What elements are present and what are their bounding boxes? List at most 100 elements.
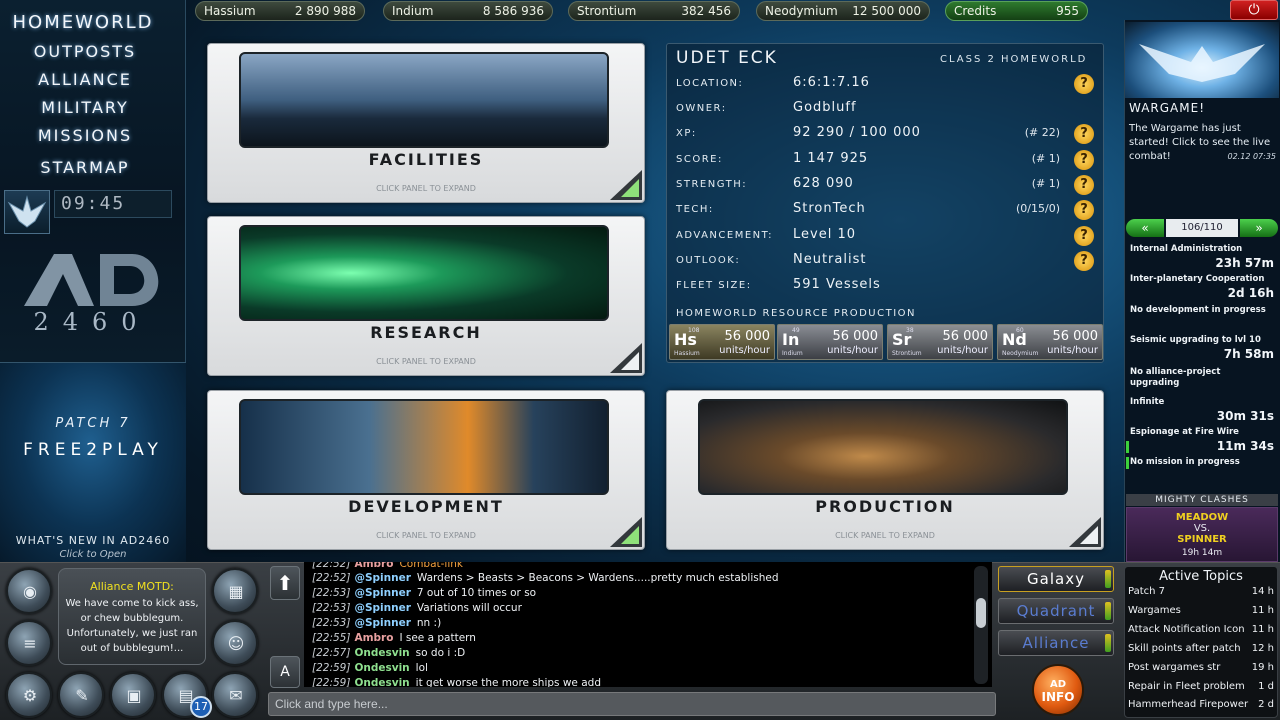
whats-new-label[interactable]: WHAT'S NEW IN AD2460 [0, 534, 186, 547]
chat-username[interactable]: Ondesvin [354, 677, 409, 687]
topic-item[interactable]: Wargames 11 h [1128, 605, 1274, 619]
people-icon: ☺ [227, 634, 245, 653]
messages-button[interactable]: ≡ [6, 620, 52, 666]
patch-banner[interactable] [0, 362, 186, 562]
chat-scroll-up-button[interactable]: ⬆ [270, 566, 300, 600]
messages-icon: ≡ [23, 634, 37, 653]
chat-username[interactable]: @Spinner [354, 587, 410, 599]
nav-alliance[interactable]: ALLIANCE [0, 70, 170, 89]
chat-username[interactable]: Ondesvin [354, 647, 409, 659]
info-label: SCORE: [676, 154, 723, 165]
notes-button[interactable]: ✎ [58, 672, 104, 718]
topic-age: 2 d [1258, 699, 1274, 710]
development-panel[interactable]: DEVELOPMENT CLICK PANEL TO EXPAND [207, 390, 645, 550]
task-item[interactable]: No development in progress [1126, 305, 1276, 319]
active-topics-title: Active Topics [1159, 569, 1243, 584]
topic-item[interactable]: Repair in Fleet problem 1 d [1128, 681, 1274, 695]
help-icon[interactable]: ? [1074, 251, 1094, 271]
topic-item[interactable]: Post wargames str 19 h [1128, 662, 1274, 676]
task-name: No development in progress [1130, 305, 1266, 315]
gear-icon: ⚙ [22, 686, 38, 705]
chat-username[interactable]: @Spinner [354, 602, 410, 614]
notification-badge[interactable]: 17 [190, 696, 212, 718]
prev-arrow-button[interactable]: « [1126, 219, 1164, 237]
task-name: No alliance-project upgrading [1130, 367, 1221, 388]
chat-timestamp: [22:57] [312, 647, 351, 659]
production-panel[interactable]: PRODUCTION CLICK PANEL TO EXPAND [666, 390, 1104, 550]
help-icon[interactable]: ? [1074, 200, 1094, 220]
chat-scope-alliance[interactable]: Alliance [998, 630, 1114, 656]
nav-military[interactable]: MILITARY [0, 98, 170, 117]
click-to-open-label[interactable]: Click to Open [0, 549, 186, 560]
facilities-panel[interactable]: FACILITIES CLICK PANEL TO EXPAND [207, 43, 645, 203]
info-row-owner: OWNER: Godbluff [668, 98, 1102, 122]
info-button[interactable]: AD INFO [1032, 664, 1084, 716]
next-arrow-button[interactable]: » [1240, 219, 1278, 237]
topic-age: 12 h [1251, 643, 1274, 654]
help-icon[interactable]: ? [1074, 150, 1094, 170]
topic-item[interactable]: Patch 7 14 h [1128, 586, 1274, 600]
chat-username[interactable]: Ambro [354, 632, 393, 644]
resource-credits[interactable]: Credits 955 [945, 1, 1088, 21]
nav-homeworld[interactable]: HOMEWORLD [0, 12, 168, 33]
wargame-banner[interactable] [1125, 22, 1279, 98]
help-icon[interactable]: ? [1074, 226, 1094, 246]
task-item[interactable]: No mission in progress [1126, 457, 1276, 471]
map-button[interactable]: ▦ [212, 568, 258, 614]
nav-outposts[interactable]: OUTPOSTS [0, 42, 170, 61]
wargame-title[interactable]: WARGAME! [1129, 101, 1205, 115]
chat-username[interactable]: @Spinner [354, 572, 410, 584]
topic-item[interactable]: Hammerhead Firepower 2 d [1128, 699, 1274, 713]
chat-scope-quadrant[interactable]: Quadrant [998, 598, 1114, 624]
settings-button[interactable]: ⚙ [6, 672, 52, 718]
topic-item[interactable]: Attack Notification Icon 11 h [1128, 624, 1274, 638]
element-number: 108 [688, 327, 700, 334]
chat-scope-galaxy[interactable]: Galaxy [998, 566, 1114, 592]
topic-item[interactable]: Skill points after patch 12 h [1128, 643, 1274, 657]
help-icon[interactable]: ? [1074, 74, 1094, 94]
nav-starmap[interactable]: STARMAP [0, 158, 170, 177]
chat-log[interactable]: [22:52] Ambro Combat-link [22:52] @Spinner W… [304, 562, 992, 687]
scope-indicator [1105, 602, 1111, 620]
chat-username[interactable]: Ambro [354, 562, 393, 570]
chat-message: 7 out of 10 times or so [416, 587, 537, 599]
task-item[interactable]: Espionage at Fire Wire 11m 34s [1126, 427, 1276, 455]
clash-vs: VS. [1193, 523, 1211, 534]
production-amount: 56 000 [724, 329, 771, 344]
chat-timestamp: [22:52] [312, 572, 351, 584]
info-value: 591 Vessels [793, 277, 881, 292]
research-panel[interactable]: RESEARCH CLICK PANEL TO EXPAND [207, 216, 645, 376]
task-item[interactable]: Infinite 30m 31s [1126, 397, 1276, 425]
chat-message: lol [415, 662, 428, 674]
info-label: FLEET SIZE: [676, 280, 752, 291]
production-image [698, 399, 1068, 495]
task-item[interactable]: Inter-planetary Cooperation 2d 16h [1126, 274, 1276, 302]
task-item[interactable]: Internal Administration 23h 57m [1126, 244, 1276, 272]
notepad-icon: ✎ [75, 686, 89, 705]
chat-line: [22:55] Ambro I see a pattern [312, 632, 476, 644]
task-item[interactable]: No alliance-project upgrading [1126, 367, 1276, 393]
player-emblem-icon[interactable] [4, 190, 50, 234]
resource-value: 955 [1056, 4, 1079, 18]
chat-username[interactable]: Ondesvin [354, 662, 409, 674]
production-title: HOMEWORLD RESOURCE PRODUCTION [676, 308, 916, 319]
chat-input[interactable] [268, 692, 996, 716]
emblem-wings-icon [7, 195, 47, 228]
info-label: XP: [676, 128, 697, 139]
inventory-button[interactable]: ▣ [110, 672, 156, 718]
help-icon[interactable]: ? [1074, 124, 1094, 144]
task-item[interactable]: Seismic upgrading to lvl 10 7h 58m [1126, 335, 1276, 363]
mail-button[interactable]: ✉ [212, 672, 258, 718]
chat-username[interactable]: @Spinner [354, 617, 410, 629]
power-button[interactable]: ⏻ [1230, 0, 1278, 20]
clash-team-b: SPINNER [1177, 534, 1227, 545]
element-name: Strontium [892, 350, 922, 357]
clash-team-a: MEADOW [1175, 512, 1229, 523]
chat-scroll-thumb[interactable] [976, 598, 986, 628]
alliance-members-button[interactable]: ☺ [212, 620, 258, 666]
help-icon[interactable]: ? [1074, 175, 1094, 195]
nav-missions[interactable]: MISSIONS [0, 126, 170, 145]
chat-line: [22:53] @Spinner Variations will occur [312, 602, 522, 614]
font-size-button[interactable]: A [270, 656, 300, 688]
profile-button[interactable]: ◉ [6, 568, 52, 614]
